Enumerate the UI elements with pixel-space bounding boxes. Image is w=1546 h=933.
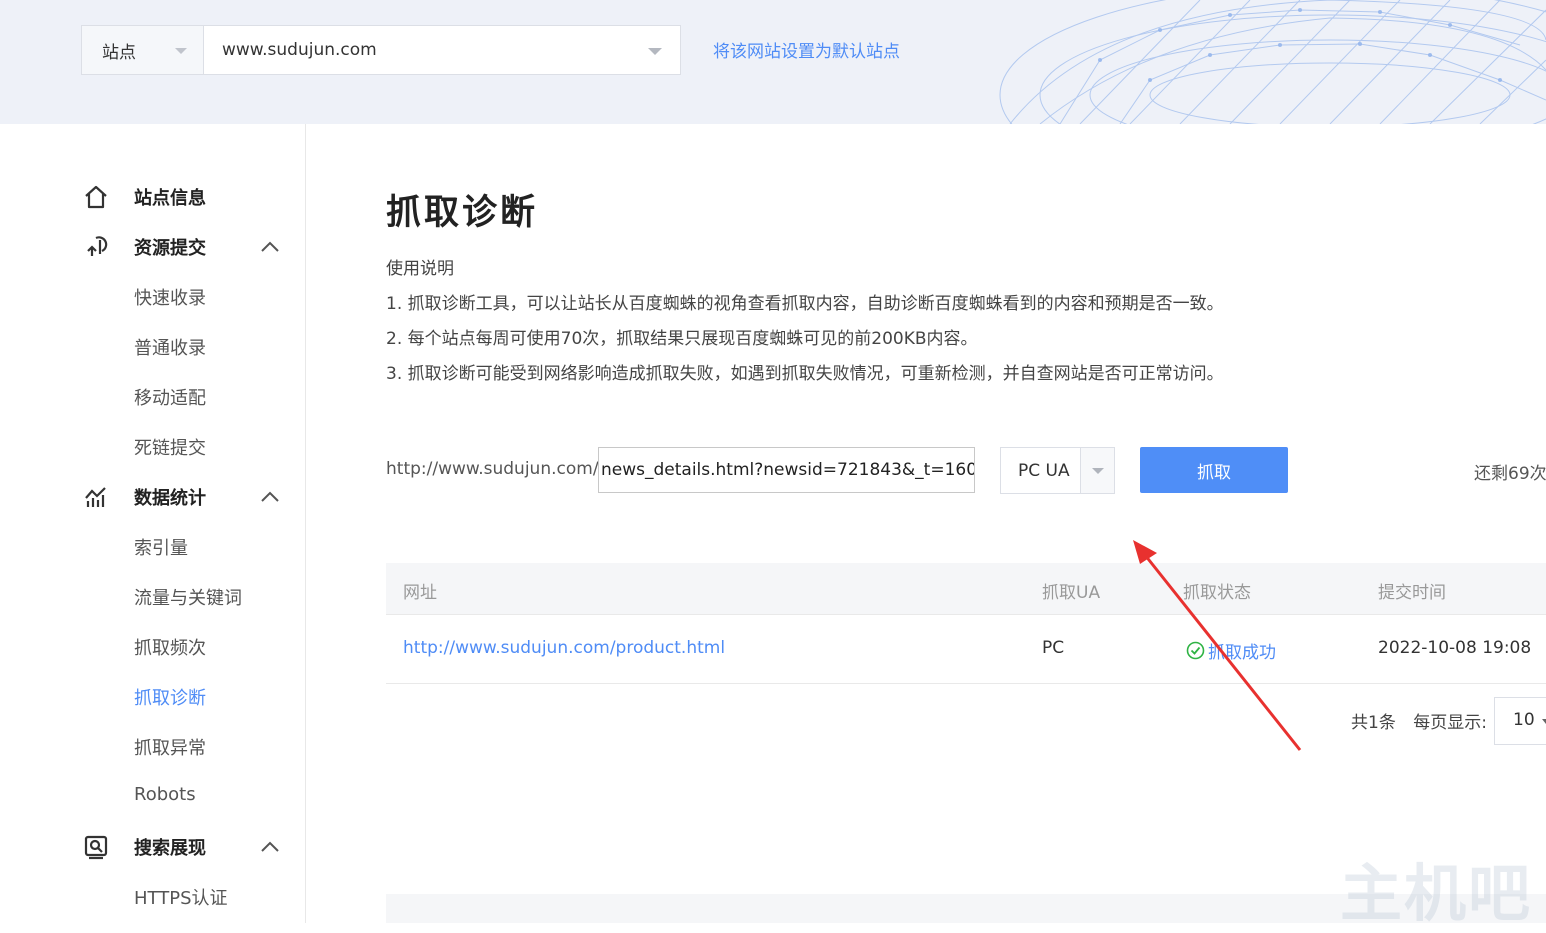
set-default-site-link[interactable]: 将该网站设置为默认站点 xyxy=(713,37,900,62)
column-header-ua: 抓取UA xyxy=(1042,583,1101,603)
pagination-per-page-label: 每页显示: xyxy=(1413,713,1487,733)
usage-line: 3. 抓取诊断可能受到网络影响造成抓取失败，如遇到抓取失败情况，可重新检测，并自… xyxy=(386,364,1224,384)
remaining-count: 还剩69次 xyxy=(1474,464,1546,484)
page-title: 抓取诊断 xyxy=(386,193,539,233)
sidebar-group-label: 资源提交 xyxy=(134,238,206,259)
chevron-up-icon[interactable] xyxy=(260,489,280,503)
sidebar-item-crawl-frequency[interactable]: 抓取频次 xyxy=(134,634,206,660)
url-path-input[interactable] xyxy=(598,447,975,493)
sidebar-group-label: 搜索展现 xyxy=(134,838,206,859)
sidebar-item-https[interactable]: HTTPS认证 xyxy=(134,884,228,910)
chevron-down-icon xyxy=(1542,719,1546,724)
usage-line: 1. 抓取诊断工具，可以让站长从百度蜘蛛的视角查看抓取内容，自助诊断百度蜘蛛看到… xyxy=(386,294,1224,314)
sidebar-item-mobile-adapt[interactable]: 移动适配 xyxy=(134,384,206,410)
row-url-link[interactable]: http://www.sudujun.com/product.html xyxy=(403,638,725,658)
sidebar: 站点信息 资源提交 快速收录 普通收录 移动适配 死链提交 数据统计 索引量 流… xyxy=(0,124,306,923)
sidebar-item-quick-index[interactable]: 快速收录 xyxy=(134,284,206,310)
ua-select-value: PC UA xyxy=(1018,461,1070,481)
sidebar-item-index-volume[interactable]: 索引量 xyxy=(134,534,188,560)
fetch-button[interactable]: 抓取 xyxy=(1140,447,1288,493)
usage-title: 使用说明 xyxy=(386,259,454,279)
pagination-total: 共1条 xyxy=(1351,713,1396,733)
row-status[interactable]: 抓取成功 xyxy=(1186,638,1276,663)
sidebar-item-normal-index[interactable]: 普通收录 xyxy=(134,334,206,360)
search-display-icon xyxy=(82,833,110,861)
submit-icon xyxy=(82,233,110,261)
table-header: 网址 抓取UA 抓取状态 提交时间 xyxy=(386,563,1546,615)
sidebar-item-crawl-diagnosis[interactable]: 抓取诊断 xyxy=(134,684,206,710)
ua-dropdown-toggle[interactable] xyxy=(1080,448,1114,493)
usage-instructions: 使用说明 1. 抓取诊断工具，可以让站长从百度蜘蛛的视角查看抓取内容，自助诊断百… xyxy=(386,252,1224,392)
row-ua: PC xyxy=(1042,638,1065,658)
chevron-down-icon xyxy=(648,48,662,55)
site-type-select[interactable]: 站点 xyxy=(81,25,204,75)
site-type-label: 站点 xyxy=(102,42,136,63)
sidebar-group-resource-submit[interactable]: 资源提交 xyxy=(82,227,279,267)
column-header-time: 提交时间 xyxy=(1378,583,1446,603)
home-icon xyxy=(82,183,110,211)
url-prefix: http://www.sudujun.com/ xyxy=(386,459,599,479)
table-row: http://www.sudujun.com/product.html PC 抓… xyxy=(386,615,1546,684)
chart-icon xyxy=(82,483,110,511)
pagination: 共1条 每页显示: xyxy=(1351,708,1487,733)
sidebar-group-label: 数据统计 xyxy=(134,488,206,509)
page-size-select[interactable]: 10 xyxy=(1494,697,1546,745)
chevron-down-icon xyxy=(175,48,187,54)
site-url-value: www.sudujun.com xyxy=(222,40,377,60)
sidebar-group-search-display[interactable]: 搜索展现 xyxy=(82,827,279,867)
check-circle-icon xyxy=(1186,641,1205,660)
main-content: 抓取诊断 使用说明 1. 抓取诊断工具，可以让站长从百度蜘蛛的视角查看抓取内容，… xyxy=(306,124,1546,923)
fetch-form: http://www.sudujun.com/ PC UA 抓取 还剩69次 xyxy=(386,447,1546,495)
sidebar-item-robots[interactable]: Robots xyxy=(134,784,196,805)
chevron-up-icon[interactable] xyxy=(260,239,280,253)
watermark-logo: 主机吧 xyxy=(1340,857,1533,930)
column-header-url: 网址 xyxy=(403,583,437,603)
usage-line: 2. 每个站点每周可使用70次，抓取结果只展现百度蜘蛛可见的前200KB内容。 xyxy=(386,329,978,349)
row-submit-time: 2022-10-08 19:08 xyxy=(1378,638,1532,658)
column-header-status: 抓取状态 xyxy=(1183,583,1251,603)
page-size-value: 10 xyxy=(1513,710,1535,730)
sidebar-item-dead-link[interactable]: 死链提交 xyxy=(134,434,206,460)
ua-select[interactable]: PC UA xyxy=(1000,447,1115,494)
sidebar-group-site-info[interactable]: 站点信息 xyxy=(82,177,206,217)
site-url-select[interactable]: www.sudujun.com xyxy=(203,25,681,75)
sidebar-item-traffic-keywords[interactable]: 流量与关键词 xyxy=(134,584,242,610)
chevron-down-icon xyxy=(1092,468,1104,474)
sidebar-item-crawl-errors[interactable]: 抓取异常 xyxy=(134,734,206,760)
sidebar-group-label: 站点信息 xyxy=(134,188,206,209)
sidebar-group-data-stats[interactable]: 数据统计 xyxy=(82,477,279,517)
chevron-up-icon[interactable] xyxy=(260,839,280,853)
site-header: 站点 www.sudujun.com 将该网站设置为默认站点 xyxy=(0,0,1546,124)
row-status-label: 抓取成功 xyxy=(1208,643,1276,663)
